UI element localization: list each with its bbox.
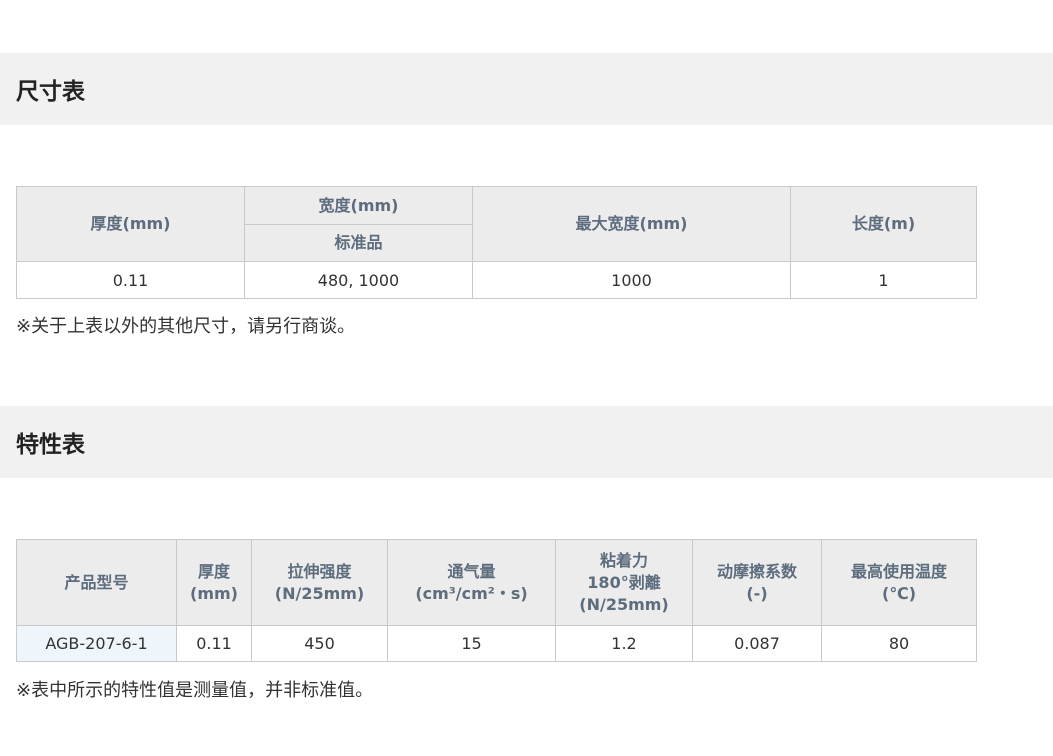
size-section-header: 尺寸表 [0,53,1053,125]
cell-max-width: 1000 [472,261,791,299]
header-max-width: 最大宽度(mm) [472,186,791,262]
header-air-permeability: 通气量 (cm³/cm²・s) [387,539,556,626]
header-adhesion-line2: 180°剥離 [587,572,661,592]
size-note: ※关于上表以外的其他尺寸，请另行商谈。 [16,316,356,337]
table-row: 0.11 480, 1000 1000 1 [16,261,977,299]
size-table: 厚度(mm) 宽度(mm) 最大宽度(mm) 长度(m) 标准品 0.11 48… [16,186,977,299]
header-adhesion-line3: (N/25mm) [579,594,669,614]
cell-width: 480, 1000 [244,261,473,299]
header-air-line2: (cm³/cm²・s) [415,583,528,603]
header-temp-line1: 最高使用温度 [850,561,947,581]
header-model: 产品型号 [16,539,177,626]
header-friction-line2: (-) [746,583,768,603]
header-thickness: 厚度(mm) [16,186,245,262]
header-model-label: 产品型号 [64,572,129,592]
header-friction-line1: 动摩擦系数 [716,561,797,581]
header-adhesion: 粘着力 180°剥離 (N/25mm) [555,539,693,626]
header-temp-line2: (℃) [882,583,916,603]
props-section-header: 特性表 [0,406,1053,478]
cell-model: AGB-207-6-1 [16,625,177,662]
cell-thickness: 0.11 [176,625,252,662]
header-air-line1: 通气量 [447,561,496,581]
props-table: 产品型号 厚度 (mm) 拉伸强度 (N/25mm) 通气量 (cm³/cm²・… [16,539,977,662]
header-tensile-line1: 拉伸强度 [287,561,352,581]
header-tensile: 拉伸强度 (N/25mm) [251,539,388,626]
header-thickness-line2: (mm) [190,583,238,603]
cell-length: 1 [790,261,977,299]
header-adhesion-line1: 粘着力 [599,550,648,570]
cell-tensile: 450 [251,625,388,662]
cell-air-permeability: 15 [387,625,556,662]
cell-thickness: 0.11 [16,261,245,299]
header-width-standard: 标准品 [244,224,473,262]
header-width: 宽度(mm) [244,186,473,225]
header-length: 长度(m) [790,186,977,262]
header-thickness: 厚度 (mm) [176,539,252,626]
cell-max-temp: 80 [821,625,977,662]
cell-adhesion: 1.2 [555,625,693,662]
header-tensile-line2: (N/25mm) [274,583,365,603]
header-max-temp: 最高使用温度 (℃) [821,539,977,626]
header-thickness-line1: 厚度 [197,561,230,581]
props-note: ※表中所示的特性值是测量值，并非标准值。 [16,680,374,701]
header-friction: 动摩擦系数 (-) [692,539,822,626]
props-section-title: 特性表 [16,432,85,458]
size-section-title: 尺寸表 [16,79,85,105]
cell-friction: 0.087 [692,625,822,662]
table-row: AGB-207-6-1 0.11 450 15 1.2 0.087 80 [16,625,977,662]
